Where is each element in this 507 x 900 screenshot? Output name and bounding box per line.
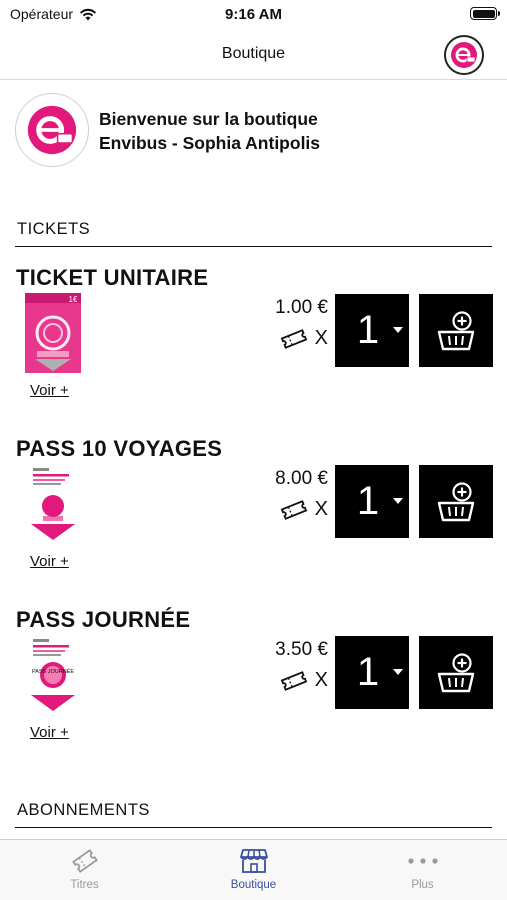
envibus-logo-button[interactable] bbox=[444, 35, 484, 75]
quantity-value: 1 bbox=[356, 308, 380, 352]
ticket-icon bbox=[280, 328, 307, 349]
tab-plus[interactable]: Plus bbox=[338, 840, 507, 900]
caret-down-icon bbox=[393, 669, 403, 675]
tab-label: Boutique bbox=[230, 879, 277, 891]
quantity-value: 1 bbox=[356, 479, 380, 523]
product-pass-journee: PASS JOURNÉE PASS JOURNÉE Voir + 3.50 € … bbox=[15, 607, 493, 767]
voir-plus-link[interactable]: Voir + bbox=[30, 553, 69, 570]
multiply-label: X bbox=[314, 669, 328, 691]
caret-down-icon bbox=[393, 498, 403, 504]
envibus-logo-icon bbox=[451, 42, 477, 68]
product-title: TICKET UNITAIRE bbox=[16, 265, 209, 290]
envibus-logo-icon bbox=[27, 105, 77, 155]
tab-bar: Titres Boutique Plus bbox=[0, 839, 507, 900]
product-title: PASS 10 VOYAGES bbox=[16, 436, 223, 461]
voir-plus-link[interactable]: Voir + bbox=[30, 724, 69, 741]
ticket-icon bbox=[280, 670, 307, 691]
add-to-basket-button[interactable] bbox=[419, 636, 493, 709]
quantity-value: 1 bbox=[356, 650, 380, 694]
nav-bar: Boutique bbox=[0, 30, 507, 80]
tab-titres[interactable]: Titres bbox=[0, 840, 169, 900]
quantity-select[interactable]: 1 bbox=[335, 294, 409, 367]
quantity-select[interactable]: 1 bbox=[335, 636, 409, 709]
price-label: 8.00 € bbox=[275, 468, 328, 489]
pass-thumb-text: PASS JOURNÉE bbox=[32, 668, 74, 675]
voir-plus-link[interactable]: Voir + bbox=[30, 382, 69, 399]
welcome-line2: Envibus - Sophia Antipolis bbox=[99, 133, 321, 153]
shop-icon bbox=[239, 849, 268, 873]
product-pass-10-voyages: PASS 10 VOYAGES Voir + 8.00 € X 1 bbox=[15, 436, 493, 596]
price-label: 3.50 € bbox=[275, 639, 328, 660]
welcome-logo bbox=[15, 93, 89, 167]
price-label: 1.00 € bbox=[275, 297, 328, 318]
multiply-label: X bbox=[314, 327, 328, 349]
page-title: Boutique bbox=[221, 45, 286, 62]
basket-add-icon bbox=[437, 652, 475, 692]
ticket-icon bbox=[280, 499, 307, 520]
tab-label: Plus bbox=[411, 879, 434, 891]
status-time: 9:16 AM bbox=[225, 6, 282, 23]
section-title: ABONNEMENTS bbox=[17, 801, 150, 819]
pass-image bbox=[29, 464, 77, 544]
ticket-image: 1€ bbox=[25, 293, 81, 373]
section-header-abonnements: ABONNEMENTS bbox=[15, 796, 492, 828]
section-title: TICKETS bbox=[17, 220, 91, 238]
multiply-label: X bbox=[314, 498, 328, 520]
product-ticket-unitaire: TICKET UNITAIRE 1€ Voir + 1.00 € X 1 bbox=[15, 265, 493, 425]
pass-image: PASS JOURNÉE bbox=[29, 635, 77, 715]
tab-label: Titres bbox=[70, 879, 99, 891]
add-to-basket-button[interactable] bbox=[419, 465, 493, 538]
welcome-line1: Bienvenue sur la boutique bbox=[99, 109, 318, 129]
quantity-select[interactable]: 1 bbox=[335, 465, 409, 538]
ticket-icon bbox=[71, 849, 98, 873]
caret-down-icon bbox=[393, 327, 403, 333]
status-bar: Opérateur 9:16 AM bbox=[0, 0, 507, 30]
product-title: PASS JOURNÉE bbox=[16, 607, 191, 632]
battery-icon bbox=[470, 7, 500, 20]
add-to-basket-button[interactable] bbox=[419, 294, 493, 367]
tab-boutique[interactable]: Boutique bbox=[169, 840, 338, 900]
basket-add-icon bbox=[437, 310, 475, 350]
more-dots-icon bbox=[407, 858, 438, 864]
section-header-tickets: TICKETS bbox=[15, 215, 492, 247]
ticket-thumb-price: 1€ bbox=[69, 295, 78, 304]
basket-add-icon bbox=[437, 481, 475, 521]
welcome-banner: Bienvenue sur la boutique Envibus - Soph… bbox=[15, 93, 492, 167]
